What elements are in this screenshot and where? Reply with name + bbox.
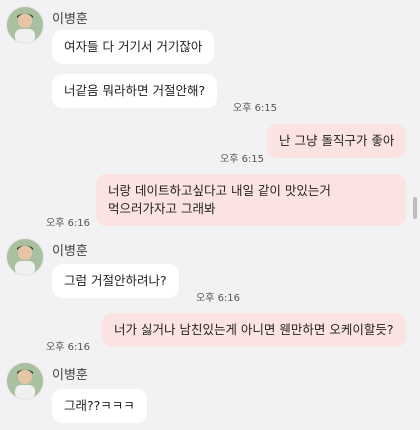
message-bubble-incoming[interactable]: 그래??ㅋㅋㅋ <box>52 389 147 423</box>
message-line: 먹으러가자고 그래봐 <box>108 201 216 216</box>
message-bubble-outgoing[interactable]: 너가 싫거나 남친있는게 아니면 웬만하면 오케이할듯? <box>102 313 406 347</box>
message-bubble-outgoing[interactable]: 너랑 데이트하고싶다고 내일 같이 맛있는거 먹으러가자고 그래봐 <box>96 174 406 226</box>
message-timestamp: 오후 6:15 <box>220 154 265 165</box>
message-timestamp: 오후 6:15 <box>233 103 278 114</box>
sender-name: 이병훈 <box>52 244 88 259</box>
message-timestamp: 오후 6:16 <box>46 218 91 229</box>
sender-avatar[interactable] <box>6 6 44 44</box>
message-bubble-incoming[interactable]: 그럼 거절안하려나? <box>52 264 179 298</box>
sender-name: 이병훈 <box>52 368 88 383</box>
avatar-person-icon <box>7 239 43 275</box>
avatar-person-icon <box>7 363 43 399</box>
sender-avatar[interactable] <box>6 362 44 400</box>
message-bubble-incoming[interactable]: 여자들 다 거기서 거기잖아 <box>52 30 215 64</box>
message-line: 너랑 데이트하고싶다고 내일 같이 맛있는거 <box>108 183 331 198</box>
sender-name: 이병훈 <box>52 12 88 27</box>
message-bubble-incoming[interactable]: 너같음 뭐라하면 거절안해? <box>52 74 218 108</box>
sender-avatar[interactable] <box>6 238 44 276</box>
avatar-person-icon <box>7 7 43 43</box>
message-timestamp: 오후 6:16 <box>46 342 91 353</box>
message-timestamp: 오후 6:16 <box>196 293 241 304</box>
scrollbar-thumb[interactable] <box>413 197 417 219</box>
message-bubble-outgoing[interactable]: 난 그냥 돌직구가 좋아 <box>267 124 407 158</box>
